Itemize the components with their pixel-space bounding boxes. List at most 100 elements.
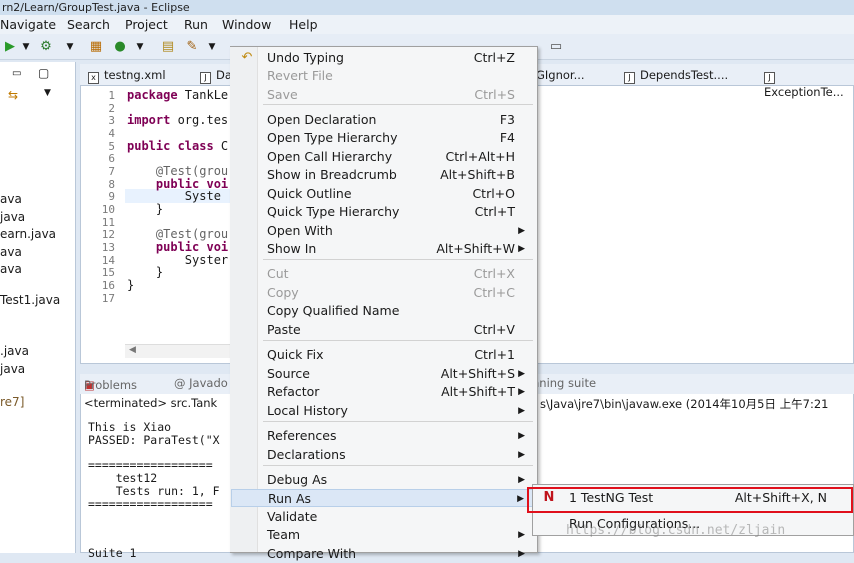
tree-item[interactable]: earn.java bbox=[0, 227, 56, 241]
menu-item-label: Team bbox=[267, 527, 301, 542]
menu-navigate[interactable]: Navigate bbox=[0, 15, 56, 34]
tree-item[interactable]: java bbox=[0, 362, 25, 376]
menu-run[interactable]: Run bbox=[184, 15, 208, 34]
tab-running-suite[interactable]: nning suite bbox=[532, 376, 596, 390]
search-icon[interactable]: ✎ bbox=[184, 39, 200, 55]
run-icon[interactable]: ▶ bbox=[2, 39, 18, 55]
menu-item-cut[interactable]: Cut Ctrl+X bbox=[231, 265, 537, 283]
submenu-arrow-icon: ▶ bbox=[518, 226, 525, 236]
menu-item-label: Declarations bbox=[267, 447, 346, 462]
tab-exceptiontest[interactable]: JExceptionTe... bbox=[764, 67, 854, 99]
menu-item-shortcut: Ctrl+V bbox=[473, 322, 515, 337]
menu-item-team[interactable]: Team ▶ bbox=[231, 526, 537, 544]
menu-item-declarations[interactable]: Declarations ▶ bbox=[231, 446, 537, 464]
menu-item-debug-as[interactable]: Debug As ▶ bbox=[231, 471, 537, 489]
tree-item[interactable]: Test1.java bbox=[0, 293, 60, 307]
tree-item[interactable]: .java bbox=[0, 344, 29, 358]
menu-item-shortcut: Alt+Shift+W bbox=[436, 241, 515, 256]
menu-item-shortcut: Alt+Shift+T bbox=[441, 384, 515, 399]
dropdown-icon[interactable]: ▼ bbox=[204, 39, 220, 55]
package-explorer: ▭ ▢ ⇆ ▼ ava java earn.java ava ava Test1… bbox=[0, 62, 76, 553]
minimize-icon[interactable]: ▭ bbox=[12, 68, 21, 79]
watermark: https://blog.csdn.net/zljain bbox=[566, 523, 786, 538]
open-type-icon[interactable]: ▤ bbox=[160, 39, 176, 55]
menu-item-open-with[interactable]: Open With ▶ bbox=[231, 222, 537, 240]
menu-item-source[interactable]: Source Alt+Shift+S ▶ bbox=[231, 365, 537, 383]
menu-item-label: Open With bbox=[267, 223, 333, 238]
menu-item-validate[interactable]: Validate bbox=[231, 508, 537, 526]
dropdown-icon[interactable]: ▼ bbox=[132, 39, 148, 55]
menu-item-paste[interactable]: Paste Ctrl+V bbox=[231, 321, 537, 339]
menu-item-open-call-hierarchy[interactable]: Open Call Hierarchy Ctrl+Alt+H bbox=[231, 148, 537, 166]
tab-da[interactable]: J Da bbox=[200, 67, 232, 84]
dropdown-icon[interactable]: ▼ bbox=[18, 39, 34, 55]
menu-item-label: Cut bbox=[267, 266, 289, 281]
menu-separator bbox=[263, 421, 533, 422]
dropdown-icon[interactable]: ▼ bbox=[62, 39, 78, 55]
menu-item-show-in-breadcrumb[interactable]: Show in Breadcrumb Alt+Shift+B bbox=[231, 166, 537, 184]
new-package-icon[interactable]: ▦ bbox=[88, 39, 104, 55]
menu-item-open-type-hierarchy[interactable]: Open Type Hierarchy F4 bbox=[231, 129, 537, 147]
menu-window[interactable]: Window bbox=[222, 15, 271, 34]
menu-item-label: Undo Typing bbox=[267, 50, 344, 65]
tab-testng-xml[interactable]: x testng.xml bbox=[88, 67, 166, 84]
xml-file-icon: x bbox=[88, 72, 99, 84]
horizontal-scrollbar[interactable]: ◀ bbox=[125, 344, 231, 358]
menu-item-label: Revert File bbox=[267, 68, 333, 83]
menu-item-revert-file[interactable]: Revert File bbox=[231, 67, 537, 85]
menu-item-show-in[interactable]: Show In Alt+Shift+W ▶ bbox=[231, 240, 537, 258]
menu-item-quick-outline[interactable]: Quick Outline Ctrl+O bbox=[231, 185, 537, 203]
link-editor-icon[interactable]: ⇆ bbox=[8, 88, 18, 102]
tab-dependstest[interactable]: J DependsTest.... bbox=[624, 67, 728, 84]
undo-icon: ↶ bbox=[241, 50, 253, 65]
menu-item-copy[interactable]: Copy Ctrl+C bbox=[231, 284, 537, 302]
menu-item-label: Quick Type Hierarchy bbox=[267, 204, 400, 219]
external-tools-icon[interactable]: ⚙ bbox=[38, 39, 54, 55]
menu-item-label: Show In bbox=[267, 241, 317, 256]
submenu-arrow-icon: ▶ bbox=[518, 450, 525, 460]
menu-item-run-as[interactable]: Run As ▶ bbox=[231, 489, 537, 507]
tree-item[interactable]: ava bbox=[0, 192, 22, 206]
menu-item-label: Validate bbox=[267, 509, 318, 524]
menu-item-label: Open Declaration bbox=[267, 112, 377, 127]
menu-search[interactable]: Search bbox=[67, 15, 110, 34]
menu-item-shortcut: Ctrl+C bbox=[473, 285, 515, 300]
tree-item[interactable]: ava bbox=[0, 262, 22, 276]
window-title: rn2/Learn/GroupTest.java - Eclipse bbox=[0, 0, 854, 15]
menu-item-shortcut: F4 bbox=[499, 130, 515, 145]
menu-item-copy-qualified-name[interactable]: Copy Qualified Name bbox=[231, 302, 537, 320]
menu-item-quick-type-hierarchy[interactable]: Quick Type Hierarchy Ctrl+T bbox=[231, 203, 537, 221]
menu-item-label: Save bbox=[267, 87, 298, 102]
menu-item-shortcut: Ctrl+S bbox=[474, 87, 515, 102]
menu-item-undo-typing[interactable]: ↶ Undo Typing Ctrl+Z bbox=[231, 49, 537, 67]
menu-project[interactable]: Project bbox=[125, 15, 168, 34]
menu-item-save[interactable]: Save Ctrl+S bbox=[231, 86, 537, 104]
tree-item[interactable]: ava bbox=[0, 245, 22, 259]
menu-separator bbox=[263, 104, 533, 105]
menu-help[interactable]: Help bbox=[289, 15, 318, 34]
menu-item-label: Local History bbox=[267, 403, 348, 418]
submenu-arrow-icon: ▶ bbox=[518, 475, 525, 485]
view-menu-icon[interactable]: ▼ bbox=[44, 88, 51, 98]
menu-item-shortcut: Ctrl+O bbox=[472, 186, 515, 201]
scroll-left-icon[interactable]: ◀ bbox=[129, 345, 136, 355]
tree-item[interactable]: java bbox=[0, 210, 25, 224]
menu-item-label: Compare With bbox=[267, 546, 357, 561]
menu-item-open-declaration[interactable]: Open Declaration F3 bbox=[231, 111, 537, 129]
toolbar-misc-icon[interactable]: ▭ bbox=[548, 39, 564, 55]
menu-item-label: Run As bbox=[268, 491, 312, 506]
code-text[interactable]: package TankLe import org.tes public cla… bbox=[125, 86, 231, 344]
tab-ignore[interactable]: GIgnor... bbox=[536, 67, 585, 84]
tree-item[interactable]: re7] bbox=[0, 395, 24, 409]
submenu-arrow-icon: ▶ bbox=[518, 369, 525, 379]
menu-item-refactor[interactable]: Refactor Alt+Shift+T ▶ bbox=[231, 383, 537, 401]
maximize-icon[interactable]: ▢ bbox=[38, 66, 49, 80]
menu-separator bbox=[263, 465, 533, 466]
menu-item-local-history[interactable]: Local History ▶ bbox=[231, 402, 537, 420]
menu-item-references[interactable]: References ▶ bbox=[231, 427, 537, 445]
new-class-icon[interactable]: ● bbox=[112, 39, 128, 55]
menu-item-quick-fix[interactable]: Quick Fix Ctrl+1 bbox=[231, 346, 537, 364]
menu-item-compare-with[interactable]: Compare With ▶ bbox=[231, 545, 537, 563]
tab-javadoc[interactable]: @ Javado bbox=[174, 376, 228, 390]
java-file-icon: J bbox=[624, 72, 635, 84]
